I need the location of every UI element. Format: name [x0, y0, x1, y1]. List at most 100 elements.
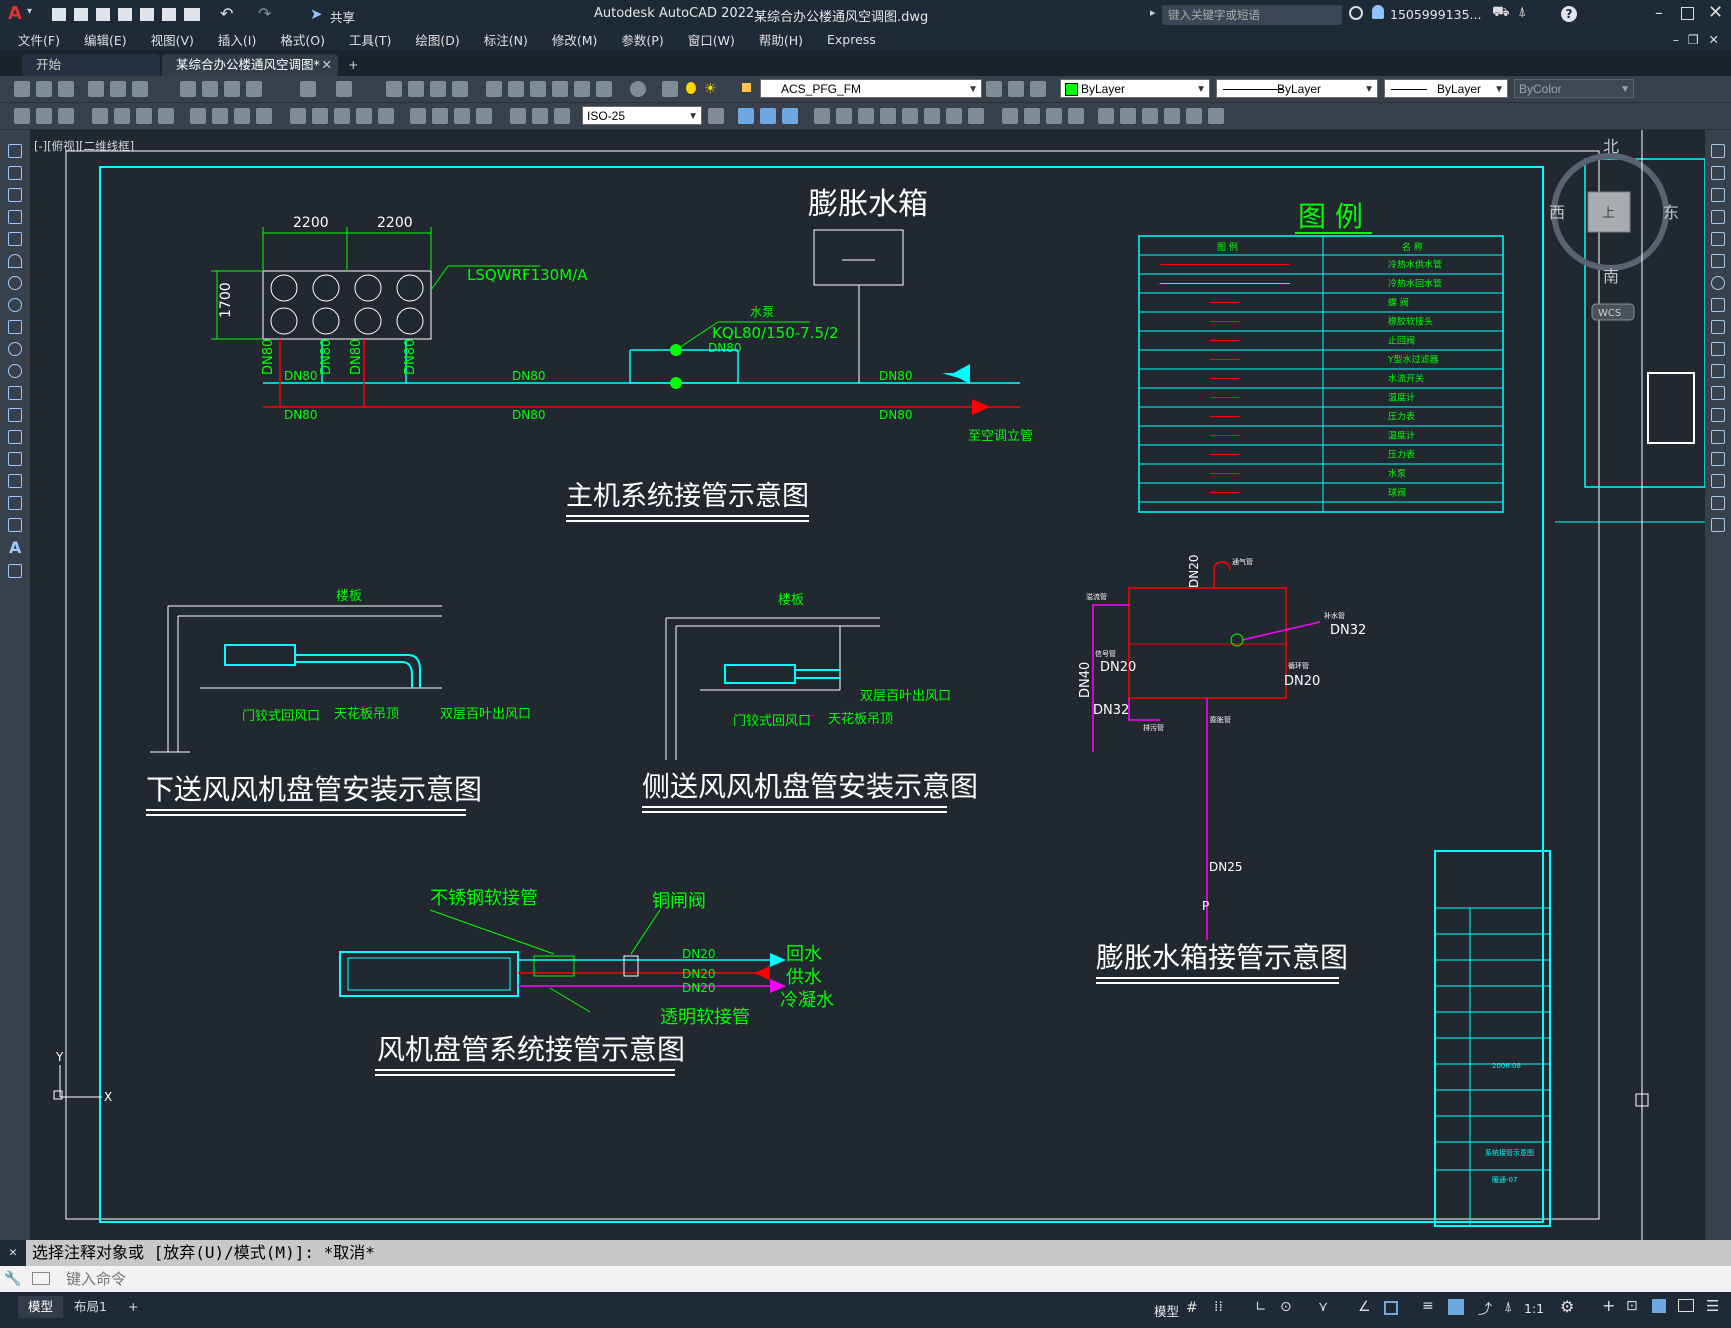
- erase-icon[interactable]: [1711, 144, 1725, 158]
- zoom-previous-icon[interactable]: [452, 81, 468, 97]
- web-icon[interactable]: [140, 8, 154, 21]
- modify-18-icon[interactable]: [1208, 108, 1224, 124]
- markup-icon[interactable]: [574, 81, 590, 97]
- modify-1-icon[interactable]: [814, 108, 830, 124]
- dim-space-icon[interactable]: [356, 108, 372, 124]
- modify-2-icon[interactable]: [836, 108, 852, 124]
- copy-object-icon[interactable]: [1711, 166, 1725, 180]
- revision-cloud-icon[interactable]: [8, 298, 22, 312]
- modify-3-icon[interactable]: [858, 108, 874, 124]
- redo-icon[interactable]: ↷: [258, 4, 271, 23]
- scale-value[interactable]: 1:1: [1524, 1301, 1544, 1316]
- matchprop-icon[interactable]: [246, 81, 262, 97]
- lineweight-dropdown[interactable]: ByLayer ▼: [1384, 79, 1508, 98]
- object-track-icon[interactable]: ∠: [1358, 1299, 1371, 1315]
- print-icon[interactable]: [184, 8, 200, 21]
- tb2-grip-2-icon[interactable]: [36, 108, 52, 124]
- autocad-logo[interactable]: A: [8, 3, 22, 24]
- color-dropdown[interactable]: ByLayer ▼: [1060, 79, 1210, 98]
- cart-icon[interactable]: ⛟: [1492, 4, 1510, 22]
- save-icon[interactable]: [96, 8, 110, 21]
- layer-on-icon[interactable]: [686, 82, 696, 94]
- dim-arc-icon[interactable]: [136, 108, 152, 124]
- offset-icon[interactable]: [1711, 210, 1725, 224]
- autodesk-app-icon[interactable]: ⍋: [1518, 4, 1526, 20]
- annotation-scale-icon[interactable]: ⍋: [1504, 1299, 1512, 1315]
- copy-icon[interactable]: [202, 81, 218, 97]
- region-icon[interactable]: [8, 496, 22, 510]
- dim-edit-icon[interactable]: [510, 108, 526, 124]
- save-as-icon[interactable]: [118, 8, 132, 21]
- isodraft-icon[interactable]: ⋎: [1318, 1299, 1328, 1315]
- menu-edit[interactable]: 编辑(E): [72, 30, 139, 49]
- arc-icon[interactable]: [8, 254, 22, 268]
- layer-dropdown[interactable]: ACS_PFG_FM ▼: [760, 79, 982, 98]
- menu-express[interactable]: Express: [815, 32, 888, 47]
- dim-linear-icon[interactable]: [92, 108, 108, 124]
- modify-13-icon[interactable]: [1098, 108, 1114, 124]
- redo-tb-icon[interactable]: [336, 81, 352, 97]
- layout-tab-model[interactable]: 模型: [18, 1296, 64, 1318]
- dim-diameter-icon[interactable]: [234, 108, 250, 124]
- share-label[interactable]: 共享: [330, 7, 355, 26]
- open-icon[interactable]: [36, 81, 52, 97]
- make-block-icon[interactable]: [8, 408, 22, 422]
- jogged-linear-icon[interactable]: [476, 108, 492, 124]
- plot-icon[interactable]: [88, 81, 104, 97]
- explode-icon[interactable]: [1711, 518, 1725, 532]
- table-icon[interactable]: [8, 518, 22, 532]
- draworder-front-icon[interactable]: [738, 108, 754, 124]
- center-mark-icon[interactable]: [432, 108, 448, 124]
- layer-lock-icon[interactable]: [742, 83, 751, 92]
- undo-tb-icon[interactable]: [300, 81, 316, 97]
- join-icon[interactable]: [1711, 430, 1725, 444]
- dim-update-icon[interactable]: [554, 108, 570, 124]
- undo-icon[interactable]: ↶: [220, 4, 233, 23]
- dimstyle-dropdown[interactable]: ISO-25 ▼: [582, 106, 702, 125]
- menu-draw[interactable]: 绘图(D): [403, 30, 471, 49]
- hardware-accel-icon[interactable]: [1652, 1299, 1666, 1313]
- selection-cycle-icon[interactable]: ⤴: [1478, 1299, 1492, 1319]
- modify-9-icon[interactable]: [1002, 108, 1018, 124]
- add-selected-icon[interactable]: [8, 564, 22, 578]
- help-tb-icon[interactable]: [630, 81, 646, 97]
- scale-icon[interactable]: [1711, 298, 1725, 312]
- modify-15-icon[interactable]: [1142, 108, 1158, 124]
- share-icon[interactable]: ➤: [310, 5, 323, 23]
- save-tb-icon[interactable]: [58, 81, 74, 97]
- qnew-icon[interactable]: [14, 81, 30, 97]
- dim-text-edit-icon[interactable]: [532, 108, 548, 124]
- help-search-input[interactable]: 键入关键字或短语: [1162, 5, 1342, 25]
- dim-ordinate-icon[interactable]: [158, 108, 174, 124]
- doc-minimize-icon[interactable]: –: [1673, 32, 1679, 47]
- menu-view[interactable]: 视图(V): [139, 30, 206, 49]
- break-at-point-icon[interactable]: [1711, 386, 1725, 400]
- customize-icon[interactable]: ☰: [1706, 1297, 1719, 1315]
- draworder-back-icon[interactable]: [760, 108, 776, 124]
- plotstyle-dropdown[interactable]: ByColor ▼: [1514, 79, 1634, 98]
- publish-icon[interactable]: [132, 81, 148, 97]
- layer-states-icon[interactable]: [1030, 81, 1046, 97]
- drawing-canvas[interactable]: [-][俯视][二维线框] 2008.08 系统接管示意图 暖通-07 上 北 …: [30, 130, 1705, 1240]
- user-icon[interactable]: [1372, 5, 1384, 19]
- modify-17-icon[interactable]: [1186, 108, 1202, 124]
- point-icon[interactable]: [8, 430, 22, 444]
- dim-angular-icon[interactable]: [256, 108, 272, 124]
- tab-close-icon[interactable]: ✕: [322, 54, 332, 76]
- inspection-icon[interactable]: [454, 108, 470, 124]
- dim-radius-icon[interactable]: [190, 108, 206, 124]
- isolate-icon[interactable]: ⊡: [1626, 1298, 1638, 1314]
- sheetset-icon[interactable]: [552, 81, 568, 97]
- help-icon[interactable]: ?: [1561, 6, 1577, 22]
- lineweight-icon[interactable]: ≡: [1422, 1298, 1434, 1314]
- doc-restore-icon[interactable]: ❐: [1688, 32, 1699, 47]
- add-layout-button[interactable]: +: [118, 1296, 148, 1318]
- dim-jogged-icon[interactable]: [212, 108, 228, 124]
- circle-icon[interactable]: [8, 276, 22, 290]
- rotate-icon[interactable]: [1711, 276, 1725, 290]
- minimize-icon[interactable]: –: [1655, 3, 1663, 22]
- polygon-icon[interactable]: [8, 210, 22, 224]
- menu-parametric[interactable]: 参数(P): [609, 30, 675, 49]
- snap-icon[interactable]: ⁞⁞: [1214, 1299, 1223, 1315]
- ellipse-arc-icon[interactable]: [8, 364, 22, 378]
